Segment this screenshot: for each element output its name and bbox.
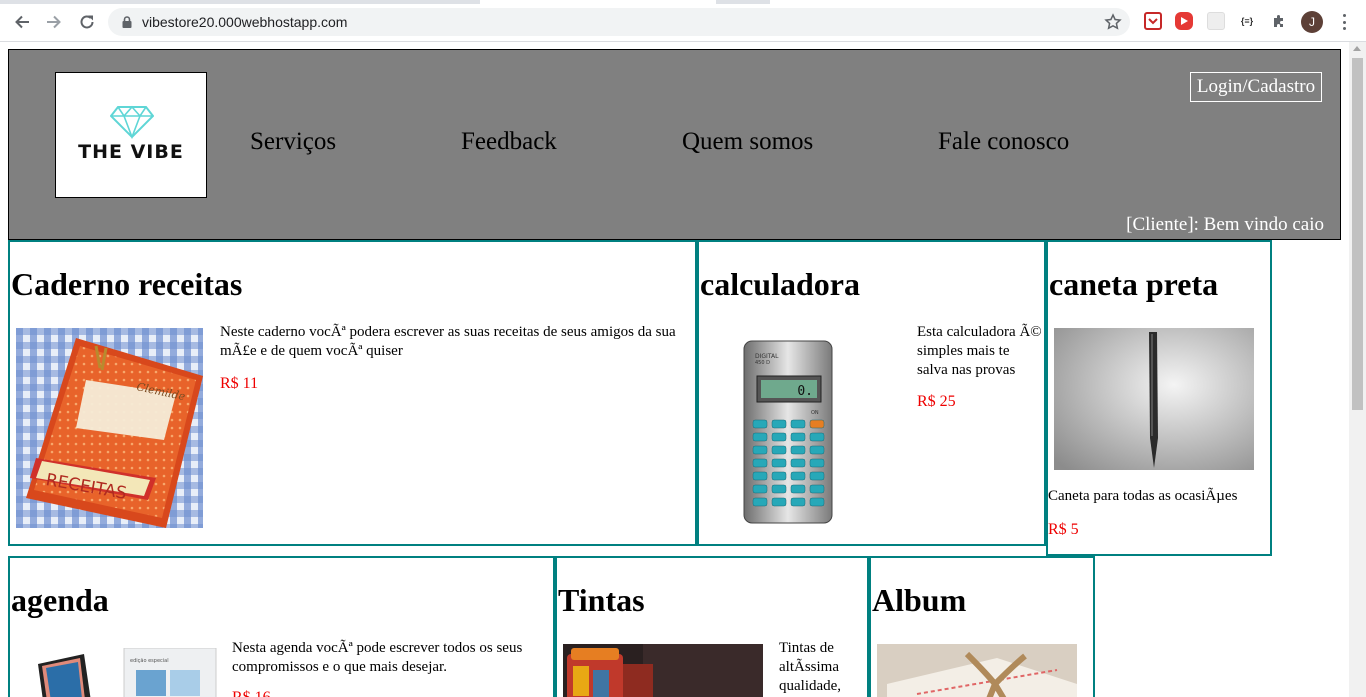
product-image-caneta [1054,328,1254,470]
product-description: Caneta para todas as ocasiÃµes [1048,488,1238,504]
calc-key [790,445,806,455]
site-logo[interactable]: THE VIBE [55,72,207,198]
product-image-calculadora: DIGITAL 450 D 0. ON [743,340,833,524]
calc-key [771,445,787,455]
reload-button[interactable] [75,10,99,34]
json-extension-icon[interactable]: {≡} [1238,12,1256,30]
arrow-right-icon [47,15,61,29]
calc-key [790,471,806,481]
calc-key [790,458,806,468]
calc-key [809,471,825,481]
login-register-button[interactable]: Login/Cadastro [1190,72,1322,102]
product-title: Caderno receitas [11,266,243,302]
product-title: calculadora [700,266,860,302]
calc-key [752,445,768,455]
pocket-extension-icon[interactable] [1144,12,1162,30]
puzzle-extensions-icon[interactable] [1270,12,1288,30]
calc-key [771,497,787,507]
arrow-left-icon [15,15,29,29]
site-header: THE VIBE Serviços Feedback Quem somos Fa… [8,49,1341,240]
page-scrollbar[interactable] [1349,42,1366,697]
agenda-cover-text: edição especial [130,658,169,664]
product-title: agenda [11,582,109,618]
product-price: R$ 5 [1048,521,1079,538]
calc-key [771,458,787,468]
product-title: caneta preta [1049,266,1219,302]
forward-button[interactable] [42,10,66,34]
welcome-message: [Cliente]: Bem vindo caio [1126,214,1324,235]
profile-avatar[interactable]: J [1301,11,1323,33]
product-description: Nesta agenda vocÃª pode escrever todos o… [232,640,523,675]
product-title: Album [872,582,967,618]
product-description: Neste caderno vocÃª podera escrever as s… [220,324,676,359]
logo-text: THE VIBE [78,141,184,163]
calc-key [752,471,768,481]
tab-strip [0,0,1366,4]
calc-key [809,497,825,507]
calc-display-text: 0. [797,384,813,399]
bookmark-star-icon[interactable] [1104,13,1122,31]
calc-brand-text: DIGITAL [755,353,779,360]
nav-fale-conosco[interactable]: Fale conosco [938,128,1069,156]
product-card-tintas[interactable]: Tintas Tintas de altÃssima qualidade, ót… [555,556,869,697]
calc-key [771,432,787,442]
product-card-album[interactable]: Album [869,556,1095,697]
calc-key [771,471,787,481]
calc-key [790,484,806,494]
calc-key [771,419,787,429]
reload-icon [80,15,94,29]
product-title: Tintas [558,582,645,618]
calc-key [752,432,768,442]
calc-key [790,432,806,442]
product-image-tintas [563,644,763,697]
calc-key [790,497,806,507]
product-price: R$ 25 [917,393,956,410]
product-card-calculadora[interactable]: calculadora DIGITAL 450 D 0. ON Esta cal… [697,240,1046,546]
calc-key [809,432,825,442]
calc-key [809,445,825,455]
browser-menu-icon[interactable] [1336,12,1352,32]
calc-key [752,484,768,494]
product-description: Esta calculadora Ã© simples mais te salv… [917,324,1042,378]
product-image-agenda: edição especial [28,647,218,697]
back-button[interactable] [10,10,34,34]
nav-quem-somos[interactable]: Quem somos [682,128,813,156]
nav-feedback[interactable]: Feedback [461,128,557,156]
calc-key [771,484,787,494]
product-description: Tintas de altÃssima qualidade, ótimas [779,640,842,694]
url-text[interactable]: vibestore20.000webhostapp.com [142,14,347,30]
calc-key [752,497,768,507]
address-bar[interactable]: vibestore20.000webhostapp.com [108,8,1130,36]
product-image-caderno: RECEITAS Clemilde [16,328,203,528]
diamond-icon [110,105,154,139]
youtube-extension-icon[interactable] [1175,12,1193,30]
browser-toolbar: vibestore20.000webhostapp.com {≡} J [0,0,1366,42]
calc-key [752,419,768,429]
calc-key [809,458,825,468]
calc-key [809,419,825,429]
calc-key [809,484,825,494]
nav-servicos[interactable]: Serviços [250,128,336,156]
product-card-caneta[interactable]: caneta preta Caneta para todas as ocasiÃ… [1046,240,1272,556]
product-price: R$ 16 [232,689,271,697]
calc-key [790,419,806,429]
calc-key [752,458,768,468]
product-image-album [877,644,1077,697]
lock-icon [122,16,132,28]
calc-on-text: ON [811,410,819,416]
scrollbar-thumb[interactable] [1352,58,1363,410]
blank-extension-icon[interactable] [1207,12,1225,30]
product-card-caderno[interactable]: Caderno receitas RECEITAS Clemilde Neste… [8,240,697,546]
product-price: R$ 11 [220,375,259,392]
product-card-agenda[interactable]: agenda edição especial Nesta agenda vocÃ… [8,556,555,697]
scroll-up-arrow-icon[interactable] [1353,46,1361,51]
calc-model-text: 450 D [755,360,770,366]
